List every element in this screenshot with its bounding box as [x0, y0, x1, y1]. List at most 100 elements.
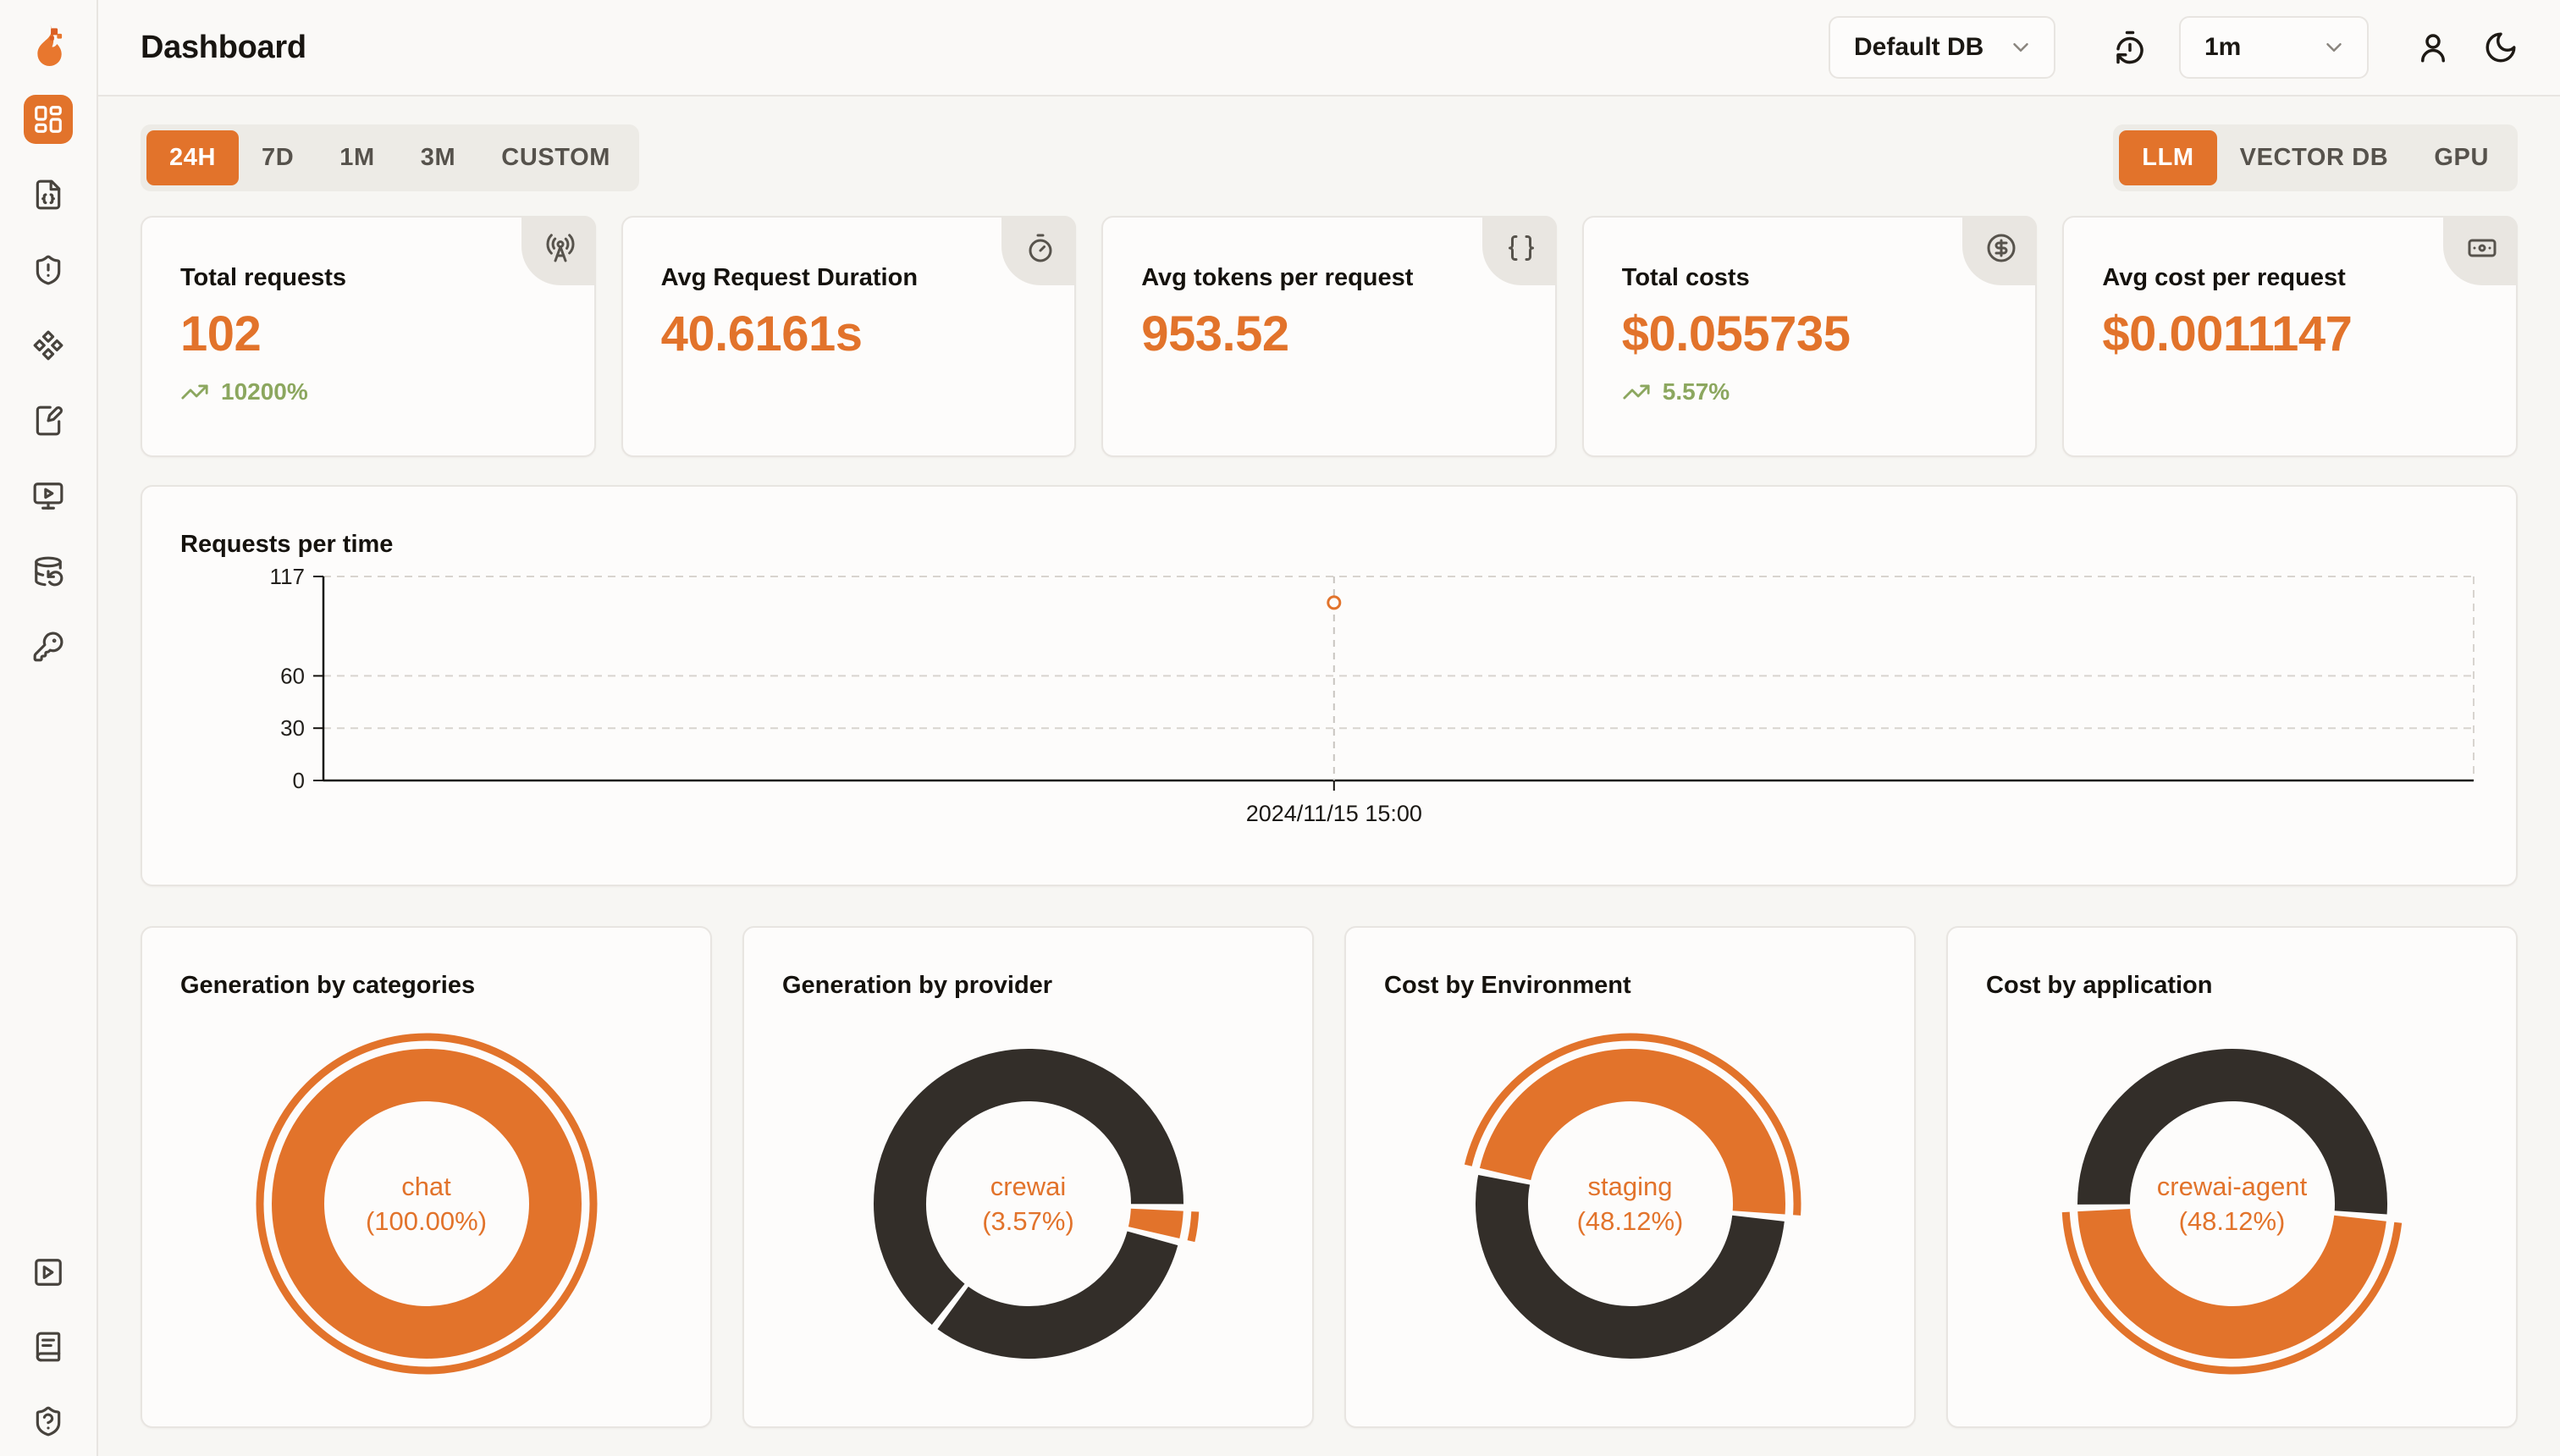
stat-value: $0.0011147	[2102, 306, 2516, 362]
stat-trend: 10200%	[180, 378, 594, 406]
timer-icon	[1025, 233, 1056, 263]
stat-value: 40.6161s	[661, 306, 1075, 362]
refresh-interval-value: 1m	[2204, 33, 2241, 62]
trending-up-icon	[1622, 378, 1651, 406]
stat-trend-value: 10200%	[221, 378, 308, 405]
app-logo[interactable]	[0, 0, 97, 95]
components-icon	[32, 329, 64, 361]
main-area: Dashboard Default DB 1m	[98, 0, 2560, 1456]
header-controls: Default DB 1m	[1829, 16, 2523, 79]
sidebar-item-databases[interactable]	[24, 547, 73, 596]
cost-by-application-card: Cost by application crewai-agent (48.12%…	[1946, 926, 2518, 1428]
stat-trend: 5.57%	[1622, 378, 2036, 406]
chart-title: Generation by provider	[782, 972, 1052, 1000]
stat-cards-row: Total requests 102 10200% Avg Request Du…	[141, 216, 2518, 457]
svg-text:117: 117	[270, 564, 305, 589]
user-profile-button[interactable]	[2411, 25, 2455, 69]
refresh-timer-button[interactable]	[2108, 25, 2152, 69]
stat-trend-value: 5.57%	[1663, 378, 1730, 405]
sidebar-item-exceptions[interactable]	[24, 245, 73, 295]
donut-center-label: chat (100.00%)	[142, 1169, 710, 1238]
chart-title: Cost by Environment	[1384, 972, 1631, 1000]
stat-value: 953.52	[1141, 306, 1555, 362]
time-range-tabs: 24H 7D 1M 3M CUSTOM	[141, 124, 639, 191]
requests-per-time-card: Requests per time 030601172024/11/15 15:…	[141, 485, 2518, 886]
donut-center-label: staging (48.12%)	[1346, 1169, 1914, 1238]
shield-alert-icon	[32, 254, 64, 286]
chart-title: Generation by categories	[180, 972, 475, 1000]
donut-percentage: (48.12%)	[1948, 1204, 2516, 1238]
key-icon	[32, 631, 64, 663]
donut-label: chat	[142, 1169, 710, 1204]
sidebar-item-support[interactable]	[24, 1397, 73, 1446]
donut-percentage: (100.00%)	[142, 1204, 710, 1238]
layout-dashboard-icon	[32, 103, 64, 135]
stat-card-total-requests: Total requests 102 10200%	[141, 216, 596, 457]
stat-value: 102	[180, 306, 594, 362]
chart-title: Cost by application	[1986, 972, 2212, 1000]
notebook-pen-icon	[32, 405, 64, 437]
stat-card-avg-cost: Avg cost per request $0.0011147	[2062, 216, 2518, 457]
timer-reset-icon	[2112, 30, 2148, 65]
donut-center-label: crewai-agent (48.12%)	[1948, 1169, 2516, 1238]
sidebar-item-api-keys[interactable]	[24, 622, 73, 671]
sidebar-footer-nav	[24, 1248, 73, 1456]
trending-up-icon	[180, 378, 209, 406]
tab-vector-db[interactable]: VECTOR DB	[2217, 130, 2412, 185]
database-select[interactable]: Default DB	[1829, 16, 2055, 79]
user-icon	[2415, 30, 2451, 65]
sidebar-item-dashboard[interactable]	[24, 95, 73, 144]
file-code-icon	[32, 179, 64, 211]
circle-dollar-icon	[1986, 233, 2017, 263]
tab-llm[interactable]: LLM	[2119, 130, 2216, 185]
stat-card-avg-duration: Avg Request Duration 40.6161s	[621, 216, 1077, 457]
database-select-value: Default DB	[1854, 33, 1983, 62]
svg-text:60: 60	[280, 663, 305, 688]
donut-label: crewai	[744, 1169, 1312, 1204]
sidebar-item-playground[interactable]	[24, 472, 73, 521]
filter-row: 24H 7D 1M 3M CUSTOM LLM VECTOR DB GPU	[141, 124, 2518, 191]
stat-card-total-costs: Total costs $0.055735 5.57%	[1582, 216, 2038, 457]
requests-line-chart[interactable]: 030601172024/11/15 15:00	[142, 487, 2516, 885]
tab-gpu[interactable]: GPU	[2411, 130, 2512, 185]
radio-tower-icon	[545, 233, 576, 263]
tab-24h[interactable]: 24H	[146, 130, 239, 185]
monitor-play-icon	[32, 480, 64, 512]
svg-text:2024/11/15 15:00: 2024/11/15 15:00	[1246, 801, 1422, 826]
book-icon	[32, 1331, 64, 1363]
donut-percentage: (3.57%)	[744, 1204, 1312, 1238]
scope-tabs: LLM VECTOR DB GPU	[2113, 124, 2518, 191]
donut-label: crewai-agent	[1948, 1169, 2516, 1204]
sidebar-nav	[24, 95, 73, 698]
top-header: Dashboard Default DB 1m	[98, 0, 2560, 95]
sidebar-item-integrations[interactable]	[24, 321, 73, 370]
sidebar-item-documentation[interactable]	[24, 1322, 73, 1371]
dark-mode-toggle[interactable]	[2479, 25, 2523, 69]
page-title: Dashboard	[141, 30, 306, 66]
square-play-icon	[32, 1256, 64, 1288]
tab-1m[interactable]: 1M	[317, 130, 398, 185]
stat-value: $0.055735	[1622, 306, 2036, 362]
tab-3m[interactable]: 3M	[398, 130, 479, 185]
svg-text:30: 30	[280, 715, 305, 741]
tab-custom[interactable]: CUSTOM	[478, 130, 633, 185]
donut-label: staging	[1346, 1169, 1914, 1204]
sidebar-item-requests[interactable]	[24, 170, 73, 219]
shield-question-icon	[32, 1405, 64, 1437]
tab-7d[interactable]: 7D	[239, 130, 317, 185]
dashboard-page: Dashboard Default DB 1m	[0, 0, 2560, 1456]
database-backup-icon	[32, 555, 64, 587]
sidebar-item-prompts[interactable]	[24, 396, 73, 445]
stat-card-avg-tokens: Avg tokens per request 953.52	[1101, 216, 1557, 457]
refresh-interval-select[interactable]: 1m	[2179, 16, 2369, 79]
sidebar-item-demo-video[interactable]	[24, 1248, 73, 1297]
flame-logo-icon	[29, 22, 68, 73]
donut-percentage: (48.12%)	[1346, 1204, 1914, 1238]
cost-by-environment-card: Cost by Environment staging (48.12%)	[1344, 926, 1916, 1428]
generation-by-categories-card: Generation by categories chat (100.00%)	[141, 926, 712, 1428]
chevron-down-icon	[2321, 35, 2347, 60]
chevron-down-icon	[2008, 35, 2033, 60]
generation-by-provider-card: Generation by provider crewai (3.57%)	[742, 926, 1314, 1428]
donut-center-label: crewai (3.57%)	[744, 1169, 1312, 1238]
content: 24H 7D 1M 3M CUSTOM LLM VECTOR DB GPU To…	[98, 95, 2560, 1456]
